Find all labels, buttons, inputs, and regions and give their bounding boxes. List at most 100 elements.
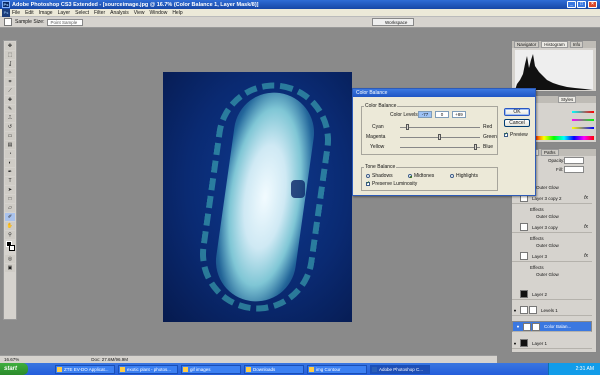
menu-analysis[interactable]: Analysis [110, 10, 129, 16]
stamp-tool-icon[interactable]: ⎍ [5, 114, 15, 122]
minimize-button[interactable]: _ [567, 1, 576, 8]
fx-icon[interactable]: fx [584, 253, 588, 259]
visibility-icon[interactable]: ● [512, 308, 518, 313]
yellow-blue-level-input[interactable]: +89 [452, 111, 466, 118]
zoom-level[interactable]: 16.67% [4, 357, 19, 362]
magenta-label: Magenta [366, 134, 386, 140]
move-tool-icon[interactable]: ✥ [5, 42, 15, 50]
shadows-radio[interactable] [366, 174, 370, 178]
visibility-icon[interactable]: ● [515, 324, 521, 330]
highlights-radio[interactable] [450, 174, 454, 178]
layer-effect-outer-glow[interactable]: Outer Glow [536, 242, 559, 249]
taskbar-item[interactable]: exotic plant - photos... [118, 364, 178, 374]
marquee-tool-icon[interactable]: ⬚ [5, 51, 15, 59]
cyan-red-level-input[interactable]: -77 [418, 111, 432, 118]
layer-row-selected[interactable]: ● Color Balan... [512, 321, 592, 332]
menu-window[interactable]: Window [150, 10, 168, 16]
taskbar-item[interactable]: img Contour [307, 364, 367, 374]
slider-knob[interactable] [474, 144, 477, 150]
brush-tool-icon[interactable]: ✎ [5, 105, 15, 113]
magenta-green-level-input[interactable]: 0 [435, 111, 449, 118]
pen-tool-icon[interactable]: ✒ [5, 168, 15, 176]
red-slider[interactable] [572, 111, 594, 113]
cyan-red-slider[interactable] [400, 124, 480, 130]
fx-icon[interactable]: fx [584, 195, 588, 201]
eraser-tool-icon[interactable]: ▭ [5, 132, 15, 140]
maximize-button[interactable]: □ [577, 1, 586, 8]
opacity-field[interactable] [564, 157, 584, 164]
eyedropper-tool-icon[interactable]: ✐ [5, 213, 15, 221]
notes-tool-icon[interactable]: ▱ [5, 204, 15, 212]
document-size[interactable]: Doc: 27.6M/96.9M [91, 357, 128, 362]
magenta-green-slider[interactable] [400, 134, 480, 140]
healing-tool-icon[interactable]: ✚ [5, 96, 15, 104]
layer-thumbnail [520, 290, 528, 298]
tab-navigator[interactable]: Navigator [514, 41, 540, 48]
preview-checkbox[interactable] [504, 131, 508, 137]
tab-styles[interactable]: Styles [558, 96, 577, 103]
fill-field[interactable] [564, 166, 584, 173]
history-brush-icon[interactable]: ↺ [5, 123, 15, 131]
taskbar-item-active[interactable]: Adobe Photoshop C... [370, 364, 430, 374]
layer-effects[interactable]: Effects [530, 235, 544, 242]
zoom-tool-icon[interactable]: ⚲ [5, 231, 15, 239]
layer-row[interactable]: Layer 3 copy fx [512, 222, 592, 233]
quick-mask-icon[interactable]: ◎ [5, 255, 15, 263]
layer-effect-outer-glow[interactable]: Outer Glow [536, 213, 559, 220]
fx-icon[interactable]: fx [584, 224, 588, 230]
tab-info[interactable]: Info [569, 41, 584, 48]
hand-tool-icon[interactable]: ✋ [5, 222, 15, 230]
menu-filter[interactable]: Filter [94, 10, 105, 16]
close-button[interactable]: × [588, 1, 597, 8]
menu-help[interactable]: Help [172, 10, 182, 16]
type-tool-icon[interactable]: T [5, 177, 15, 185]
menu-select[interactable]: Select [75, 10, 89, 16]
path-select-icon[interactable]: ➤ [5, 186, 15, 194]
blur-tool-icon[interactable]: ◔ [5, 150, 15, 158]
taskbar-item[interactable]: gif images [181, 364, 241, 374]
layer-effect-outer-glow[interactable]: Outer Glow [536, 184, 559, 191]
tab-paths[interactable]: Paths [541, 149, 559, 156]
screen-mode-icon[interactable]: ▣ [5, 264, 15, 272]
menu-view[interactable]: View [134, 10, 145, 16]
slice-tool-icon[interactable]: ⟋ [5, 87, 15, 95]
menu-edit[interactable]: Edit [25, 10, 34, 16]
color-swatches[interactable] [5, 240, 15, 254]
taskbar-item[interactable]: ZTE EV-DO Applicat... [55, 364, 115, 374]
dodge-tool-icon[interactable]: ◐ [5, 159, 15, 167]
slider-knob[interactable] [438, 134, 441, 140]
lasso-tool-icon[interactable]: ʆ [5, 60, 15, 68]
tab-histogram[interactable]: Histogram [541, 41, 568, 48]
layer-effect-outer-glow[interactable]: Outer Glow [536, 271, 559, 278]
gradient-tool-icon[interactable]: ▤ [5, 141, 15, 149]
document-canvas[interactable] [163, 72, 352, 322]
taskbar-item[interactable]: Downloads [244, 364, 304, 374]
midtones-radio[interactable] [408, 174, 412, 178]
menu-file[interactable]: File [12, 10, 20, 16]
crop-tool-icon[interactable]: ⌗ [5, 78, 15, 86]
layer-row[interactable]: ● Levels 1 [512, 305, 592, 316]
slider-knob[interactable] [406, 124, 409, 130]
layer-effects[interactable]: Effects [530, 206, 544, 213]
layer-row[interactable]: Layer 3 fx [512, 251, 592, 262]
layer-row[interactable]: Layer 2 [512, 289, 592, 300]
color-ramp[interactable] [534, 136, 594, 140]
ok-button[interactable]: OK [504, 108, 530, 116]
menu-image[interactable]: Image [39, 10, 53, 16]
taskbar-item-label: ZTE EV-DO Applicat... [64, 366, 109, 372]
shape-tool-icon[interactable]: □ [5, 195, 15, 203]
tool-preset-picker[interactable] [4, 18, 12, 26]
layer-row[interactable]: ● Layer 1 [512, 338, 592, 349]
layer-effects[interactable]: Effects [530, 264, 544, 271]
menu-layer[interactable]: Layer [58, 10, 71, 16]
start-button[interactable]: start [0, 363, 28, 375]
visibility-icon[interactable]: ● [512, 341, 518, 346]
workspace-button[interactable]: Workspace [372, 18, 415, 26]
yellow-blue-slider[interactable] [400, 144, 480, 150]
cancel-button[interactable]: Cancel [504, 119, 530, 127]
green-slider[interactable] [572, 119, 594, 121]
magic-wand-icon[interactable]: ✧ [5, 69, 15, 77]
preserve-luminosity-checkbox[interactable] [366, 180, 370, 186]
blue-slider[interactable] [572, 127, 594, 129]
sample-size-select[interactable]: Point Sample [47, 18, 84, 26]
